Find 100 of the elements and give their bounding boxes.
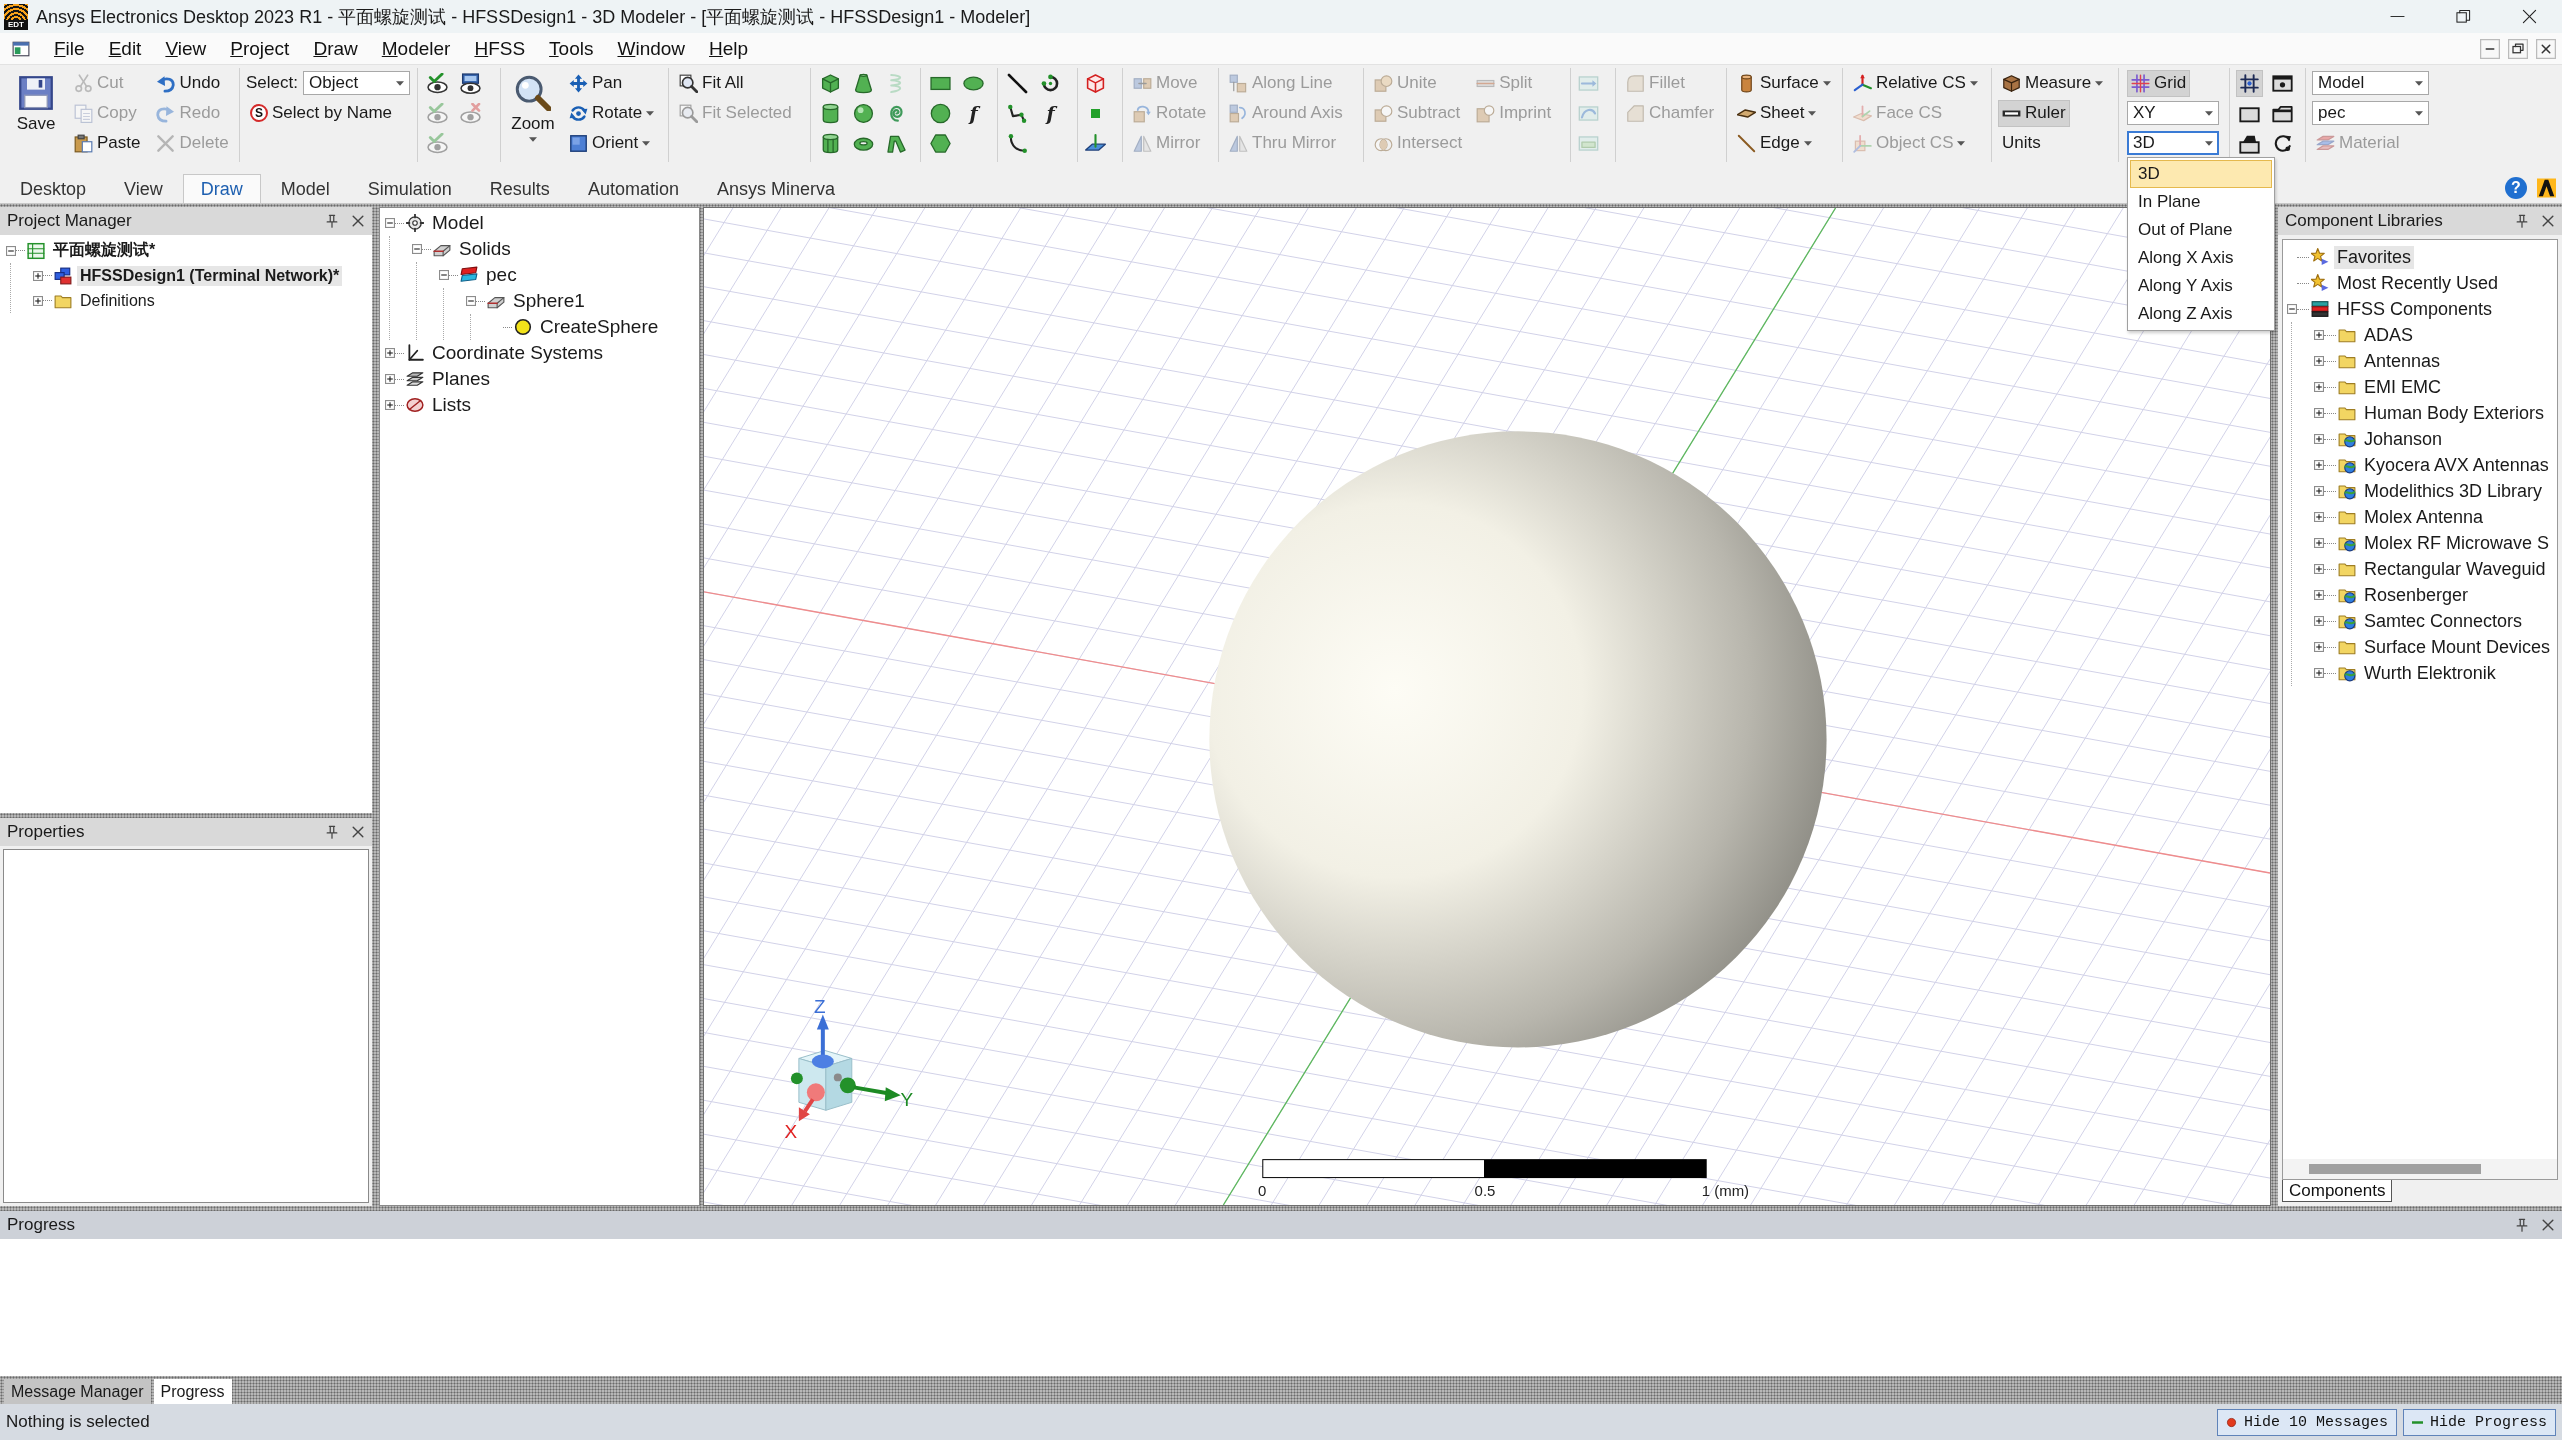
tree-item[interactable]: 平面螺旋测试* — [50, 239, 159, 262]
eye-window-icon[interactable] — [460, 72, 481, 94]
tree-item[interactable]: Favorites — [2334, 245, 2415, 269]
function-icon[interactable]: f — [963, 102, 984, 124]
circle-icon[interactable] — [930, 102, 951, 124]
menu-item[interactable]: View — [156, 34, 216, 63]
cone-icon[interactable] — [853, 72, 874, 94]
panel-tab[interactable]: Message Manager — [4, 1379, 151, 1404]
help-icon[interactable]: ? — [2505, 176, 2527, 199]
context-dropdown[interactable]: Model — [2312, 71, 2429, 95]
tree-item[interactable]: Model — [429, 211, 487, 235]
select-dropdown[interactable]: Object — [303, 71, 410, 95]
close-icon[interactable] — [351, 214, 365, 228]
expand-toggle[interactable] — [2287, 304, 2297, 314]
expand-toggle[interactable] — [2314, 616, 2324, 626]
menu-item[interactable]: HFSS — [465, 34, 535, 63]
tree-item[interactable]: pec — [483, 263, 520, 287]
minimize-icon[interactable] — [2480, 38, 2500, 59]
tree-item[interactable]: Solids — [456, 237, 514, 261]
expand-toggle[interactable] — [466, 296, 476, 306]
tree-item[interactable]: Definitions — [77, 290, 158, 311]
tree-item[interactable]: Antennas — [2361, 349, 2444, 373]
units-button[interactable]: Units — [1998, 129, 2045, 157]
ribbon-tab[interactable]: Simulation — [349, 174, 470, 203]
snap-grid-button[interactable] — [2236, 69, 2263, 97]
panel-tab[interactable]: Progress — [153, 1379, 232, 1404]
tree-item[interactable]: Samtec Connectors — [2361, 609, 2526, 633]
tree-item[interactable]: Molex RF Microwave S — [2361, 531, 2553, 555]
plane-dropdown[interactable]: XY — [2127, 101, 2219, 125]
tree-item[interactable]: Kyocera AVX Antennas — [2361, 453, 2552, 477]
x-axis-arrow[interactable] — [798, 1083, 825, 1122]
relative-cs-button[interactable]: Relative CS — [1849, 69, 1982, 97]
expand-toggle[interactable] — [385, 374, 395, 384]
close-icon[interactable] — [2521, 9, 2537, 24]
expand-toggle[interactable] — [2314, 434, 2324, 444]
ruler-button[interactable]: Ruler — [1998, 99, 2070, 127]
box-icon[interactable] — [820, 72, 841, 94]
pin-icon[interactable] — [2515, 214, 2529, 228]
dropdown-option[interactable]: Along Z Axis — [2130, 300, 2272, 328]
sheet-button[interactable]: Sheet — [1733, 99, 1821, 127]
tree-item[interactable]: Rectangular Waveguid — [2361, 557, 2549, 581]
menu-item[interactable]: Help — [700, 34, 758, 63]
restore-icon[interactable] — [2508, 38, 2528, 59]
expand-toggle[interactable] — [2314, 642, 2324, 652]
tree-item[interactable]: Lists — [429, 393, 475, 417]
expand-toggle[interactable] — [2314, 512, 2324, 522]
z-axis-arrow[interactable] — [811, 1014, 834, 1069]
cylinder-icon[interactable] — [820, 102, 841, 124]
save-button[interactable]: Save — [10, 68, 62, 158]
tree-item[interactable]: Planes — [429, 367, 494, 391]
select-by-name-button[interactable]: S Select by Name — [246, 99, 396, 127]
tree-item[interactable]: Surface Mount Devices — [2361, 635, 2554, 659]
tree-item[interactable]: Most Recently Used — [2334, 271, 2502, 295]
expand-toggle[interactable] — [2314, 330, 2324, 340]
expand-toggle[interactable] — [439, 270, 449, 280]
ribbon-tab[interactable]: Model — [262, 174, 348, 203]
menu-item[interactable]: Window — [608, 34, 695, 63]
pin-icon[interactable] — [2515, 1218, 2529, 1232]
wire-box-icon[interactable] — [1085, 72, 1106, 94]
expand-toggle[interactable] — [2314, 668, 2324, 678]
expand-toggle[interactable] — [2314, 382, 2324, 392]
expand-toggle[interactable] — [2314, 460, 2324, 470]
expand-toggle[interactable] — [2314, 538, 2324, 548]
function-icon[interactable]: f — [1040, 102, 1061, 124]
zoom-button[interactable]: Zoom — [507, 68, 559, 158]
tree-item[interactable]: Sphere1 — [510, 289, 588, 313]
close-icon[interactable] — [2536, 38, 2556, 59]
chevron-logo-icon[interactable] — [2537, 176, 2556, 199]
ribbon-tab[interactable]: Results — [471, 174, 568, 203]
undo-button[interactable]: Undo — [152, 69, 225, 97]
ribbon-tab[interactable]: Automation — [569, 174, 697, 203]
menu-item[interactable]: Tools — [540, 34, 603, 63]
ribbon-tab[interactable]: Desktop — [2, 174, 105, 203]
tree-item[interactable]: Wurth Elektronik — [2361, 661, 2499, 685]
curve-points-icon[interactable] — [1007, 132, 1028, 154]
close-icon[interactable] — [2541, 214, 2555, 228]
grid-button[interactable]: Grid — [2127, 69, 2191, 97]
close-icon[interactable] — [2541, 1218, 2555, 1232]
tree-item[interactable]: Coordinate Systems — [429, 341, 607, 365]
sphere[interactable] — [1209, 431, 1827, 1048]
ribbon-tab[interactable]: Draw — [182, 174, 261, 203]
close-icon[interactable] — [351, 825, 365, 839]
dropdown-option[interactable]: 3D — [2130, 160, 2272, 188]
surface-button[interactable]: Surface — [1733, 69, 1835, 97]
tree-item[interactable]: ADAS — [2361, 323, 2417, 347]
line-icon[interactable] — [1007, 72, 1028, 94]
tree-item[interactable]: Rosenberger — [2361, 583, 2472, 607]
expand-toggle[interactable] — [33, 295, 43, 306]
tree-item[interactable]: EMI EMC — [2361, 375, 2444, 399]
expand-toggle[interactable] — [2314, 590, 2324, 600]
menu-item[interactable]: Project — [221, 34, 299, 63]
menu-item[interactable]: Edit — [99, 34, 151, 63]
eye-check-icon[interactable] — [427, 72, 448, 94]
rotate-dot-icon[interactable] — [2272, 132, 2293, 154]
plane-icon[interactable] — [1085, 132, 1106, 154]
restore-icon[interactable] — [2455, 9, 2471, 24]
hide-messages-button[interactable]: Hide 10 Messages — [2216, 1408, 2397, 1436]
rotate-view-button[interactable]: Rotate — [565, 99, 659, 127]
window-menu-icon[interactable] — [12, 39, 30, 58]
panel-tab[interactable]: Components — [2282, 1180, 2393, 1202]
